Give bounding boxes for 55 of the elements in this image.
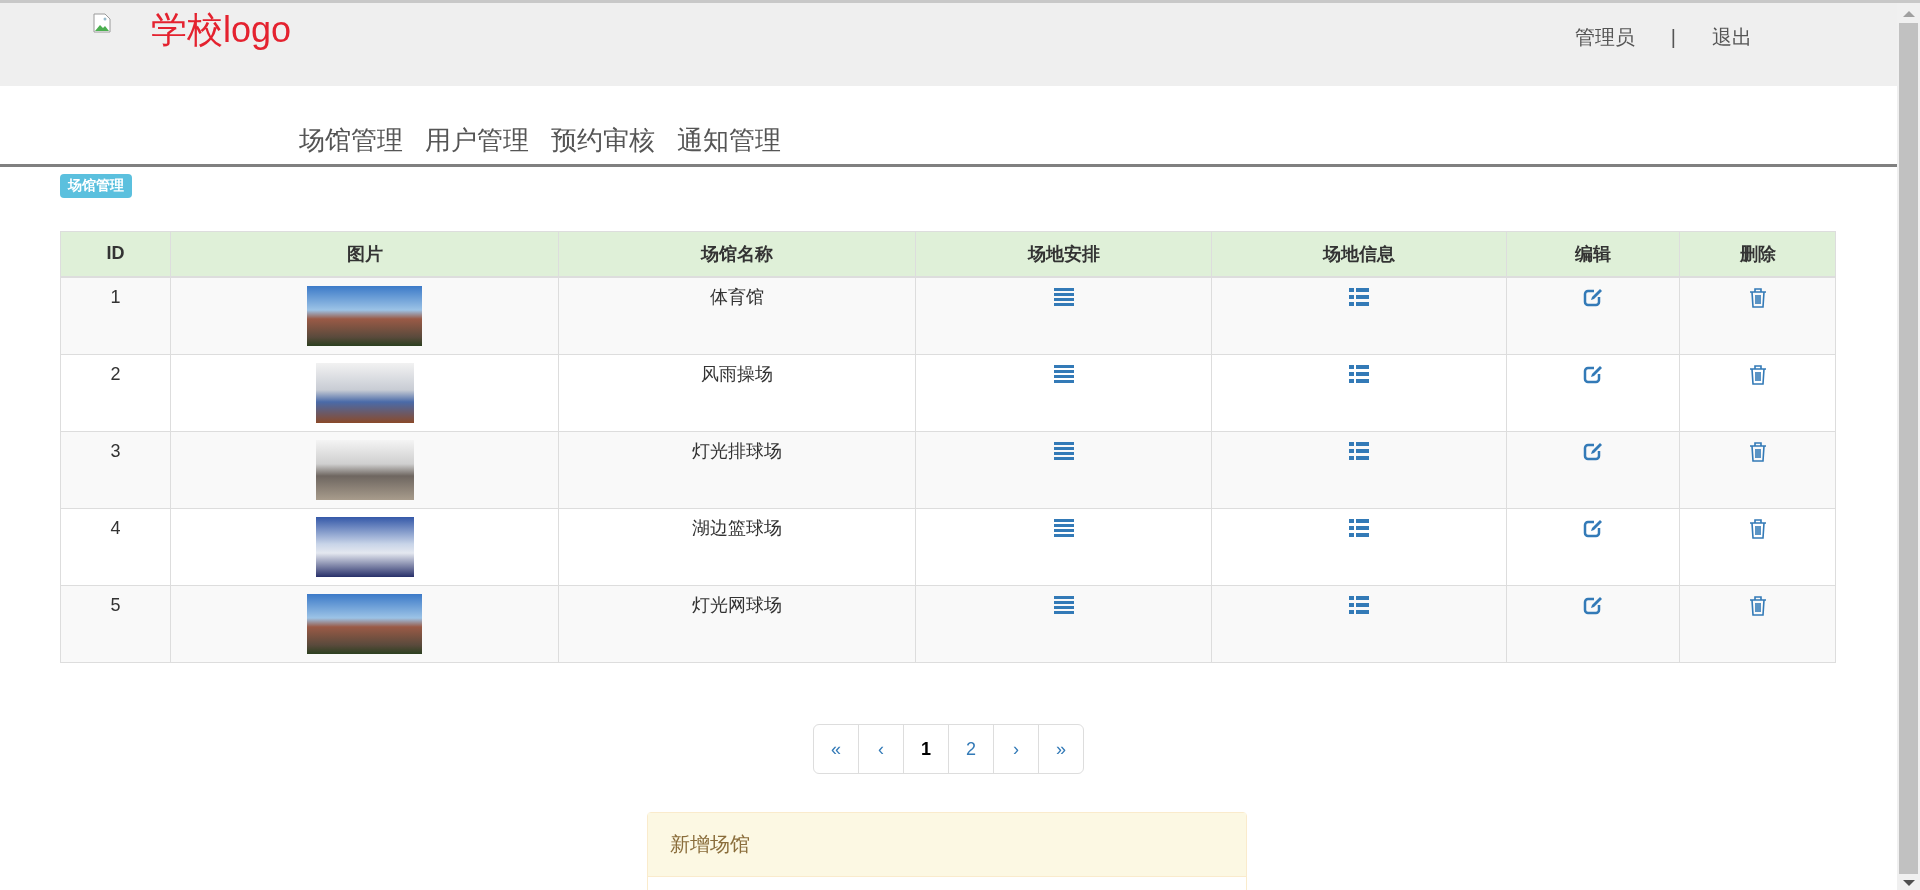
column-header: 场地安排: [915, 231, 1212, 277]
column-header: 场地信息: [1211, 231, 1507, 277]
trash-icon[interactable]: [1748, 441, 1767, 462]
nav-link[interactable]: 用户管理: [425, 124, 529, 163]
trash-icon[interactable]: [1748, 287, 1767, 308]
table-cell: 1: [60, 276, 171, 354]
table-cell: 灯光排球场: [558, 431, 916, 508]
trash-icon[interactable]: [1748, 595, 1767, 616]
table-cell: 5: [60, 585, 171, 662]
logout-link[interactable]: 退出: [1712, 24, 1752, 51]
nav-link[interactable]: 通知管理: [677, 124, 781, 163]
section-badge: 场馆管理: [60, 174, 132, 198]
scrollbar[interactable]: [1897, 3, 1920, 890]
list-icon[interactable]: [1349, 287, 1369, 306]
list-icon[interactable]: [1349, 595, 1369, 614]
edit-icon[interactable]: [1583, 287, 1603, 307]
table-cell: 3: [60, 431, 171, 508]
user-link[interactable]: 管理员: [1574, 24, 1635, 51]
table-cell: 体育馆: [558, 276, 916, 354]
table-cell: 4: [60, 508, 171, 585]
broken-image-icon: [93, 13, 111, 33]
trash-icon[interactable]: [1748, 364, 1767, 385]
edit-icon[interactable]: [1583, 364, 1603, 384]
list-icon[interactable]: [1349, 364, 1369, 383]
lines-icon[interactable]: [1053, 441, 1074, 460]
column-header: 编辑: [1506, 231, 1680, 277]
table-cell: 2: [60, 354, 171, 431]
page-link[interactable]: »: [1038, 723, 1084, 774]
edit-icon[interactable]: [1583, 595, 1603, 615]
lines-icon[interactable]: [1053, 595, 1074, 614]
page-link[interactable]: ›: [993, 723, 1039, 774]
edit-icon[interactable]: [1583, 441, 1603, 461]
lines-icon[interactable]: [1053, 287, 1074, 306]
page-link[interactable]: «: [813, 723, 859, 774]
table-cell: 风雨操场: [558, 354, 916, 431]
list-icon[interactable]: [1349, 441, 1369, 460]
column-header: 图片: [170, 231, 559, 277]
list-icon[interactable]: [1349, 518, 1369, 537]
logo-text: 学校logo: [151, 9, 292, 51]
panel-title: 新增场馆: [647, 812, 1246, 877]
page-link[interactable]: ‹: [858, 723, 904, 774]
table-cell: 灯光网球场: [558, 585, 916, 662]
edit-icon[interactable]: [1583, 518, 1603, 538]
nav-link[interactable]: 预约审核: [551, 124, 655, 163]
page-link[interactable]: 1: [903, 723, 949, 774]
column-header: ID: [60, 231, 171, 277]
trash-icon[interactable]: [1748, 518, 1767, 539]
lines-icon[interactable]: [1053, 518, 1074, 537]
nav-link[interactable]: 场馆管理: [299, 124, 403, 163]
page-link[interactable]: 2: [948, 723, 994, 774]
table-cell: 湖边篮球场: [558, 508, 916, 585]
lines-icon[interactable]: [1053, 364, 1074, 383]
column-header: 场馆名称: [558, 231, 916, 277]
column-header: 删除: [1679, 231, 1836, 277]
separator-text: |: [1670, 26, 1676, 49]
